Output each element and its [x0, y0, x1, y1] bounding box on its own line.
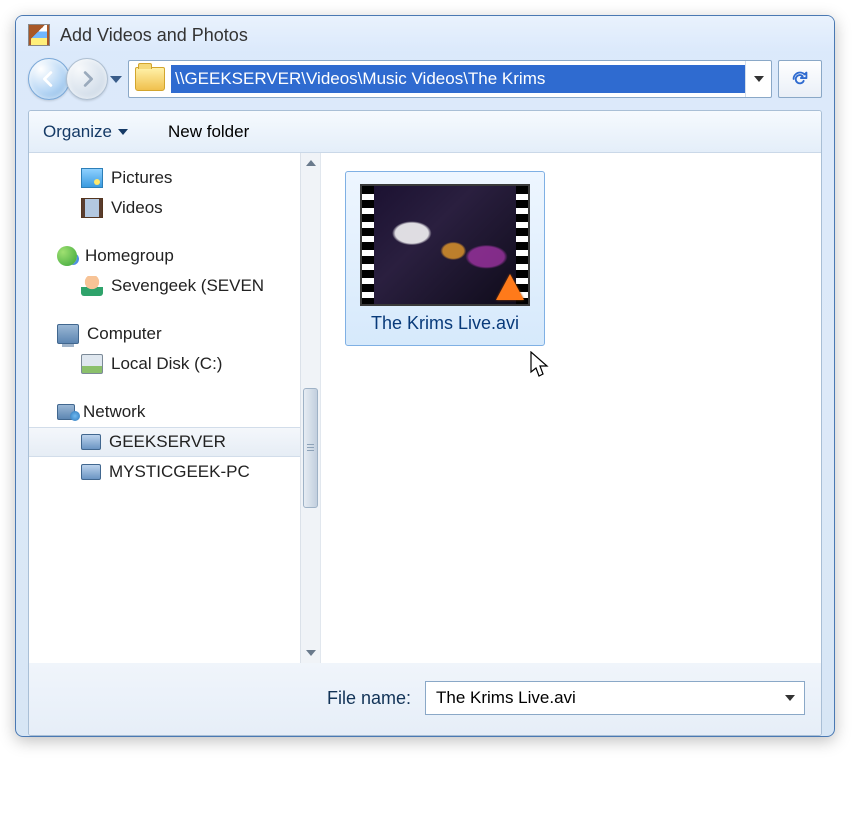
- folder-icon: [135, 67, 165, 91]
- tree-item-label: MYSTICGEEK-PC: [109, 462, 250, 482]
- tree-item[interactable]: Network: [29, 397, 300, 427]
- tree-item-label: GEEKSERVER: [109, 432, 226, 452]
- cursor-icon: [529, 351, 551, 382]
- filename-label: File name:: [327, 688, 411, 709]
- netpc-icon: [81, 464, 101, 480]
- disk-icon: [81, 354, 103, 374]
- tree-item[interactable]: Pictures: [29, 163, 300, 193]
- nav-history-dropdown[interactable]: [110, 76, 122, 83]
- filename-dropdown[interactable]: [780, 695, 800, 701]
- file-item[interactable]: The Krims Live.avi: [345, 171, 545, 346]
- movie-maker-icon: [28, 24, 50, 46]
- chevron-down-icon: [118, 129, 128, 135]
- tree-item[interactable]: Homegroup: [29, 241, 300, 271]
- tree-item-label: Computer: [87, 324, 162, 344]
- tree-item-label: Videos: [111, 198, 163, 218]
- vid-icon: [81, 198, 103, 218]
- net-icon: [57, 404, 75, 420]
- chevron-down-icon: [785, 695, 795, 701]
- tree-item-label: Homegroup: [85, 246, 174, 266]
- explorer-panel: Organize New folder Pictures Videos Homegr…: [28, 110, 822, 736]
- scroll-thumb[interactable]: [303, 388, 318, 508]
- toolbar: Organize New folder: [29, 111, 821, 153]
- comp-icon: [57, 324, 79, 344]
- open-file-dialog: Add Videos and Photos \\GEEKSERVER\Video…: [15, 15, 835, 737]
- scroll-track[interactable]: [301, 173, 320, 643]
- tree-item[interactable]: Sevengeek (SEVEN: [29, 271, 300, 301]
- back-button[interactable]: [28, 58, 70, 100]
- netpc-icon: [81, 434, 101, 450]
- address-path[interactable]: \\GEEKSERVER\Videos\Music Videos\The Kri…: [171, 65, 745, 93]
- address-bar[interactable]: \\GEEKSERVER\Videos\Music Videos\The Kri…: [128, 60, 772, 98]
- content-area: Pictures Videos Homegroup Sevengeek (SEVEN C…: [29, 153, 821, 663]
- tree-scrollbar[interactable]: [300, 153, 320, 663]
- footer: File name: The Krims Live.avi: [29, 663, 821, 735]
- arrow-right-icon: [76, 68, 98, 90]
- refresh-button[interactable]: [778, 60, 822, 98]
- pic-icon: [81, 168, 103, 188]
- filename-value[interactable]: The Krims Live.avi: [436, 688, 780, 708]
- address-dropdown[interactable]: [745, 61, 771, 97]
- window-title: Add Videos and Photos: [60, 25, 248, 46]
- tree-item-label: Local Disk (C:): [111, 354, 222, 374]
- tree-item[interactable]: Videos: [29, 193, 300, 223]
- folder-tree[interactable]: Pictures Videos Homegroup Sevengeek (SEVEN C…: [29, 153, 300, 663]
- new-folder-button[interactable]: New folder: [168, 122, 249, 142]
- organize-label: Organize: [43, 122, 112, 142]
- file-label: The Krims Live.avi: [352, 312, 538, 335]
- tree-item[interactable]: Computer: [29, 319, 300, 349]
- file-pane[interactable]: The Krims Live.avi: [321, 153, 821, 663]
- tree-item-label: Network: [83, 402, 145, 422]
- nav-buttons: [28, 58, 122, 100]
- tree-pane: Pictures Videos Homegroup Sevengeek (SEVEN C…: [29, 153, 321, 663]
- scroll-down-button[interactable]: [301, 643, 320, 663]
- forward-button[interactable]: [66, 58, 108, 100]
- tree-item-label: Pictures: [111, 168, 172, 188]
- user-icon: [81, 276, 103, 296]
- tree-item[interactable]: MYSTICGEEK-PC: [29, 457, 300, 487]
- home-icon: [57, 246, 77, 266]
- tree-item-label: Sevengeek (SEVEN: [111, 276, 264, 296]
- tree-item[interactable]: GEEKSERVER: [29, 427, 300, 457]
- nav-row: \\GEEKSERVER\Videos\Music Videos\The Kri…: [16, 52, 834, 110]
- arrow-left-icon: [38, 68, 60, 90]
- scroll-up-button[interactable]: [301, 153, 320, 173]
- titlebar: Add Videos and Photos: [16, 16, 834, 52]
- refresh-icon: [789, 68, 811, 90]
- organize-menu[interactable]: Organize: [43, 122, 128, 142]
- filename-combobox[interactable]: The Krims Live.avi: [425, 681, 805, 715]
- video-thumbnail: [360, 184, 530, 306]
- tree-item[interactable]: Local Disk (C:): [29, 349, 300, 379]
